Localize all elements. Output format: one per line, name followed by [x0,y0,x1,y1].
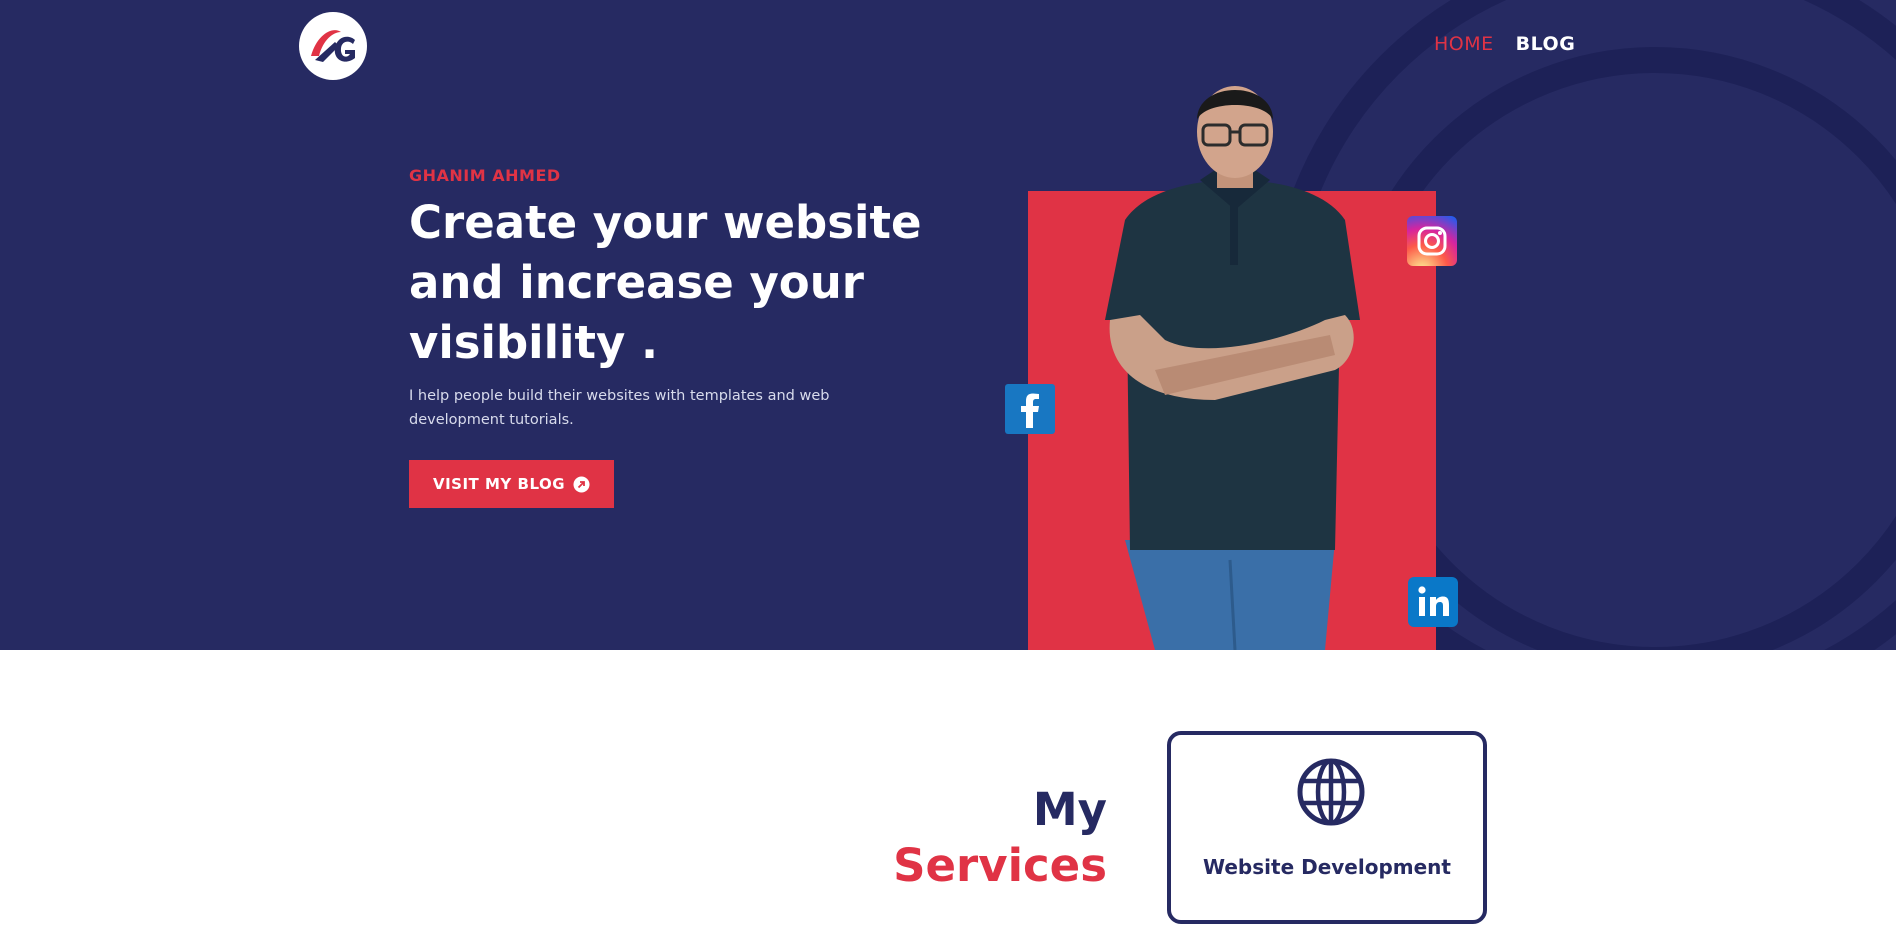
instagram-glyph [1417,226,1447,256]
hero-section: HOME BLOG GHANIM AHMED Create your websi… [0,0,1896,650]
nav-home[interactable]: HOME [1434,33,1494,55]
arrow-circle-icon [573,476,590,492]
main-nav: HOME BLOG [1434,33,1575,55]
site-logo[interactable] [299,12,367,80]
globe-icon [1297,758,1365,826]
services-heading-line1: My [1032,783,1107,836]
services-heading: My Services [893,782,1107,894]
visit-blog-label: VISIT MY BLOG [432,475,566,493]
service-card-website-development[interactable]: Website Development [1167,731,1487,924]
hero-headline: Create your website and increase your vi… [409,196,922,369]
visit-blog-button[interactable]: VISIT MY BLOG [409,460,614,508]
facebook-glyph [1021,393,1039,428]
hero-description: I help people build their websites with … [409,388,830,428]
services-heading-line2: Services [893,839,1107,892]
linkedin-icon[interactable] [1408,577,1458,627]
linkedin-glyph [1418,586,1449,616]
profile-photo [1105,86,1360,650]
facebook-icon[interactable] [1005,384,1055,434]
logo-mark-icon [311,30,355,62]
nav-blog[interactable]: BLOG [1516,33,1576,55]
instagram-icon[interactable] [1407,216,1457,266]
author-name: GHANIM AHMED [409,166,561,185]
service-card-label: Website Development [1203,855,1451,879]
